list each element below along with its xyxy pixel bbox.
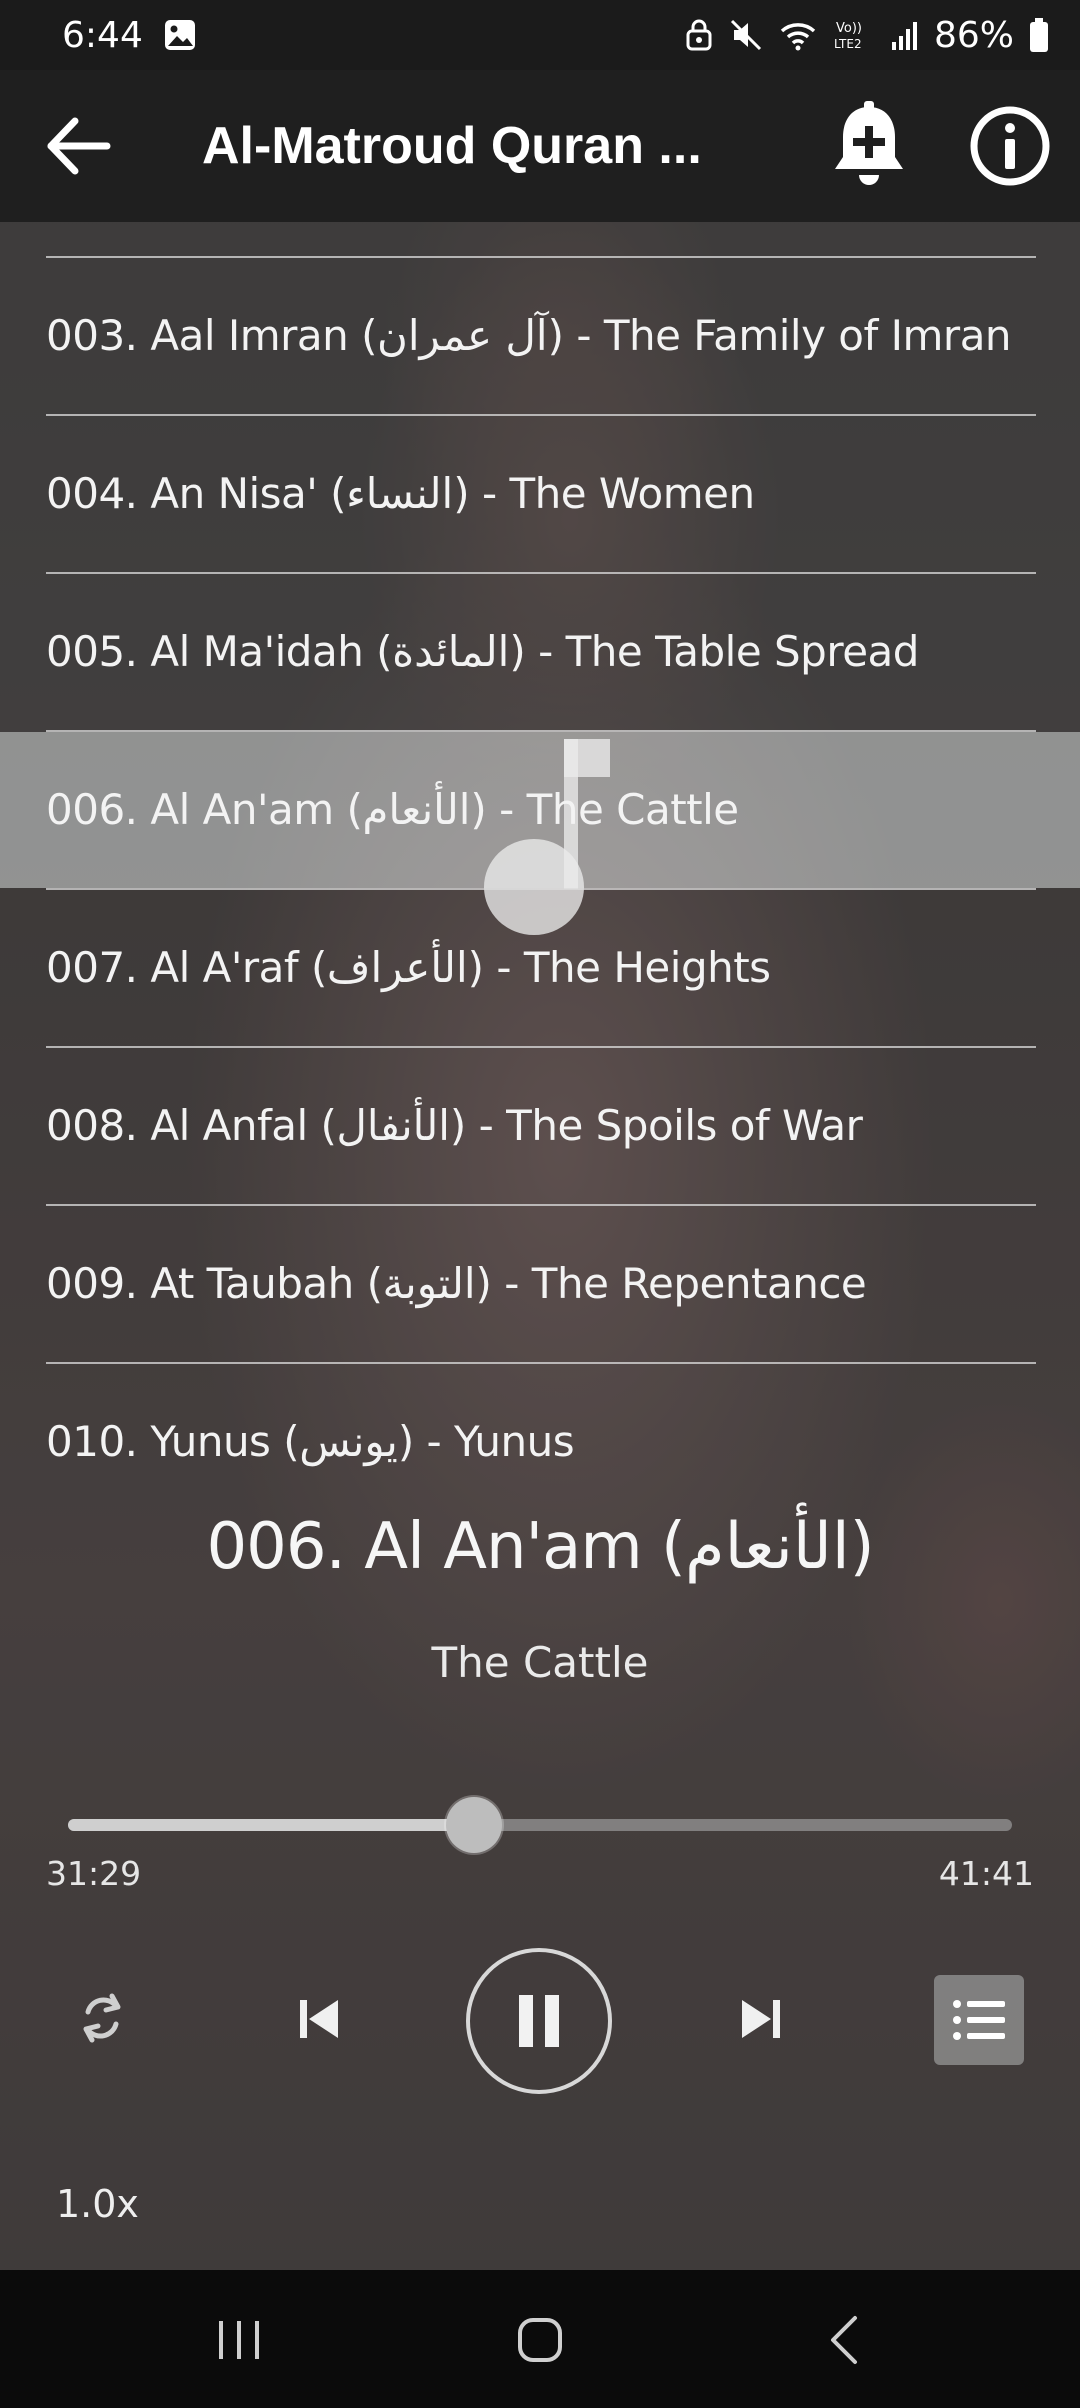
track-label: 005. Al Ma'idah (المائدة) - The Table Sp… <box>46 627 919 676</box>
track-label: 009. At Taubah (التوبة) - The Repentance <box>46 1259 867 1308</box>
now-playing-title: 006. Al An'am (الأنعام) <box>206 1510 874 1584</box>
notification-subscribe-button[interactable] <box>824 96 914 196</box>
seek-thumb[interactable] <box>445 1797 502 1853</box>
wifi-icon <box>780 23 816 51</box>
seek-bar[interactable] <box>68 1797 1012 1853</box>
info-icon <box>970 106 1050 186</box>
recents-button[interactable] <box>200 2300 280 2380</box>
back-button[interactable] <box>38 106 118 186</box>
list-item-active[interactable]: 006. Al An'am (الأنعام) - The Cattle <box>46 731 1036 888</box>
playlist-button[interactable] <box>934 1975 1024 2065</box>
play-pause-button[interactable] <box>466 1948 612 2094</box>
track-label: 007. Al A'raf (الأعراف) - The Heights <box>46 943 771 992</box>
status-bar: 6:44 Vo)) LTE2 86% <box>0 0 1080 70</box>
elapsed-time: 31:29 <box>46 1854 142 1893</box>
page-title: Al-Matroud Quran ... <box>202 117 702 175</box>
battery-icon <box>1030 18 1048 52</box>
arrow-left-icon <box>47 117 111 175</box>
track-label: 008. Al Anfal (الأنفال) - The Spoils of … <box>46 1101 863 1150</box>
svg-text:LTE2: LTE2 <box>834 37 862 51</box>
list-item[interactable]: 008. Al Anfal (الأنفال) - The Spoils of … <box>46 1047 1036 1204</box>
list-item[interactable]: 009. At Taubah (التوبة) - The Repentance <box>46 1205 1036 1362</box>
status-time: 6:44 <box>62 14 143 56</box>
track-label: 006. Al An'am (الأنعام) - The Cattle <box>46 785 739 834</box>
skip-next-icon <box>742 2000 780 2038</box>
system-back-button[interactable] <box>805 2300 885 2380</box>
list-item[interactable]: 007. Al A'raf (الأعراف) - The Heights <box>46 889 1036 1046</box>
previous-button[interactable] <box>284 1984 354 2054</box>
skip-previous-icon <box>300 2000 338 2038</box>
gallery-icon <box>164 20 195 50</box>
svg-text:Vo)): Vo)) <box>836 21 862 36</box>
mute-icon <box>730 19 762 51</box>
battery-percent: 86% <box>933 14 1014 56</box>
next-button[interactable] <box>726 1984 796 2054</box>
info-button[interactable] <box>964 100 1056 192</box>
total-time: 41:41 <box>938 1854 1034 1893</box>
seek-progress <box>68 1819 474 1831</box>
list-icon <box>953 2000 1005 2040</box>
bell-plus-icon <box>835 101 903 185</box>
chevron-left-icon <box>831 2316 857 2364</box>
now-playing-subtitle: The Cattle <box>431 1638 649 1687</box>
list-item[interactable]: 004. An Nisa' (النساء) - The Women <box>46 415 1036 572</box>
volte-icon: Vo)) LTE2 <box>834 21 862 51</box>
home-button[interactable] <box>500 2300 580 2380</box>
list-item[interactable]: 010. Yunus (يونس) - Yunus <box>46 1363 1036 1492</box>
repeat-button[interactable] <box>70 1986 134 2050</box>
repeat-icon <box>83 1993 121 2043</box>
track-label: 003. Aal Imran (آل عمران) - The Family o… <box>46 311 1012 360</box>
list-item[interactable]: 003. Aal Imran (آل عمران) - The Family o… <box>46 257 1036 414</box>
track-label: 004. An Nisa' (النساء) - The Women <box>46 469 755 518</box>
track-list[interactable]: 003. Aal Imran (آل عمران) - The Family o… <box>0 222 1080 1492</box>
recents-icon <box>219 2321 259 2359</box>
track-label: 010. Yunus (يونس) - Yunus <box>46 1417 575 1466</box>
list-item[interactable]: 005. Al Ma'idah (المائدة) - The Table Sp… <box>46 573 1036 730</box>
playback-speed-button[interactable]: 1.0x <box>56 2182 139 2226</box>
home-icon <box>518 2318 562 2362</box>
system-nav-bar <box>0 2270 1080 2408</box>
app-bar: Al-Matroud Quran ... <box>0 70 1080 222</box>
lock-icon <box>686 19 712 51</box>
signal-icon <box>891 22 917 50</box>
pause-icon <box>519 1995 559 2047</box>
